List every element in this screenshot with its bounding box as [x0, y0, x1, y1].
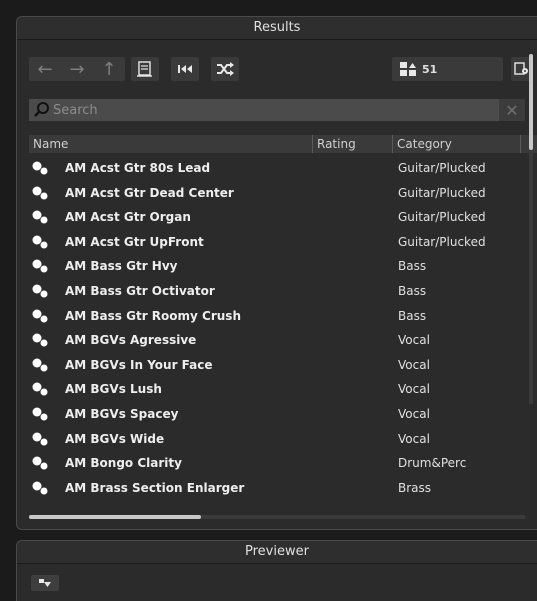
preset-category: Guitar/Plucked — [398, 210, 486, 225]
vertical-scrollbar[interactable] — [529, 54, 533, 404]
preset-icon — [32, 309, 48, 323]
preset-name: AM Bass Gtr Octivator — [65, 283, 215, 298]
preset-name: AM BGVs Lush — [65, 382, 162, 397]
preset-category: Brass — [398, 480, 432, 495]
table-header: Name Rating Category — [29, 135, 537, 153]
table-row[interactable]: AM BGVs Wide Vocal — [29, 427, 526, 452]
preset-category: Guitar/Plucked — [398, 234, 486, 249]
horizontal-scrollbar-thumb[interactable] — [29, 515, 201, 519]
preset-name: AM BGVs Spacey — [65, 406, 179, 421]
preset-category: Bass — [398, 259, 427, 274]
preset-name: AM Acst Gtr Dead Center — [65, 185, 234, 200]
preset-category: Bass — [398, 283, 427, 298]
preset-icon — [32, 358, 48, 372]
preview-play-icon — [39, 579, 51, 587]
preset-name: AM BGVs Wide — [65, 431, 165, 446]
preset-icon — [32, 235, 48, 249]
table-row[interactable]: AM Bass Gtr Hvy Bass — [29, 254, 526, 279]
table-row[interactable]: AM Acst Gtr Dead Center Guitar/Plucked — [29, 181, 526, 206]
results-panel-title: Results — [17, 17, 537, 40]
vertical-scrollbar-thumb[interactable] — [529, 54, 533, 150]
preset-category: Vocal — [398, 333, 430, 348]
view-list-button[interactable] — [131, 57, 159, 81]
preset-icon — [32, 210, 48, 224]
previewer-panel: Previewer — [16, 540, 537, 601]
arrow-up-icon[interactable]: ↑ — [101, 59, 116, 80]
preset-icon — [32, 481, 48, 495]
result-count-value: 51 — [422, 62, 438, 76]
preset-icon — [32, 432, 48, 446]
column-header-name[interactable]: Name — [29, 135, 312, 153]
settings-columns-icon — [514, 62, 528, 75]
table-row[interactable]: AM Bass Gtr Octivator Bass — [29, 279, 526, 304]
preset-name: AM Bongo Clarity — [65, 456, 182, 471]
close-icon: ✕ — [505, 100, 519, 120]
preset-category: Bass — [398, 308, 427, 323]
previewer-panel-title: Previewer — [17, 541, 537, 564]
shuffle-button[interactable] — [211, 57, 239, 81]
clear-search-button[interactable]: ✕ — [499, 99, 525, 121]
reset-to-start-button[interactable] — [171, 57, 199, 81]
table-row[interactable]: AM Acst Gtr Organ Guitar/Plucked — [29, 205, 526, 230]
search-bar: ✕ — [29, 99, 525, 121]
horizontal-scrollbar[interactable] — [29, 515, 525, 519]
preset-name: AM BGVs Agressive — [65, 333, 197, 348]
table-body: AM Acst Gtr 80s Lead Guitar/Plucked AM Acs… — [29, 156, 526, 511]
search-icon — [34, 102, 49, 117]
table-row[interactable]: AM BGVs Lush Vocal — [29, 377, 526, 402]
preset-icon — [32, 161, 48, 175]
preset-category: Vocal — [398, 357, 430, 372]
preset-name: AM Bass Gtr Hvy — [65, 259, 178, 274]
arrow-right-icon[interactable]: → — [69, 59, 84, 80]
preset-name: AM Acst Gtr Organ — [65, 210, 191, 225]
table-row[interactable]: AM Bass Gtr Roomy Crush Bass — [29, 304, 526, 329]
navigation-group: ← → ↑ — [29, 57, 125, 81]
preset-icon — [32, 186, 48, 200]
table-row[interactable]: AM Acst Gtr 80s Lead Guitar/Plucked — [29, 156, 526, 181]
preset-icon — [32, 333, 48, 347]
preset-icon — [32, 259, 48, 273]
previewer-toggle-button[interactable] — [31, 575, 59, 591]
table-row[interactable]: AM Brass Section Enlarger Brass — [29, 476, 526, 501]
preset-name: AM Brass Section Enlarger — [65, 480, 245, 495]
column-header-rating[interactable]: Rating — [312, 135, 392, 153]
preset-category: Vocal — [398, 406, 430, 421]
preset-icon — [32, 407, 48, 421]
preset-name: AM Bass Gtr Roomy Crush — [65, 308, 241, 323]
preset-category: Guitar/Plucked — [398, 161, 486, 175]
table-row[interactable]: AM BGVs Agressive Vocal — [29, 328, 526, 353]
filter-results-icon — [400, 62, 416, 76]
document-icon — [137, 61, 152, 77]
table-row[interactable]: AM Bongo Clarity Drum&Perc — [29, 451, 526, 476]
search-input[interactable] — [53, 99, 493, 121]
preset-category: Vocal — [398, 431, 430, 446]
preset-icon — [32, 456, 48, 470]
table-row[interactable]: AM BGVs Spacey Vocal — [29, 402, 526, 427]
preset-name: AM Acst Gtr 80s Lead — [65, 161, 211, 175]
table-row[interactable]: AM BGVs In Your Face Vocal — [29, 353, 526, 378]
preset-icon — [32, 284, 48, 298]
table-row[interactable]: AM Acst Gtr UpFront Guitar/Plucked — [29, 230, 526, 255]
shuffle-icon — [217, 62, 234, 76]
preset-category: Vocal — [398, 382, 430, 397]
results-panel: Results ← → ↑ 51 Search ✕ Name Rating Ca… — [16, 16, 537, 530]
preset-name: AM BGVs In Your Face — [65, 357, 213, 372]
preset-name: AM Acst Gtr UpFront — [65, 234, 204, 249]
skip-back-icon — [178, 65, 192, 73]
preset-icon — [32, 382, 48, 396]
column-header-category[interactable]: Category — [392, 135, 520, 153]
preset-category: Drum&Perc — [398, 456, 467, 471]
preset-category: Guitar/Plucked — [398, 185, 486, 200]
arrow-left-icon[interactable]: ← — [37, 59, 52, 80]
result-count-display: 51 — [392, 57, 503, 81]
results-table: Name Rating Category AM Acst Gtr 80s Lea… — [29, 123, 537, 513]
